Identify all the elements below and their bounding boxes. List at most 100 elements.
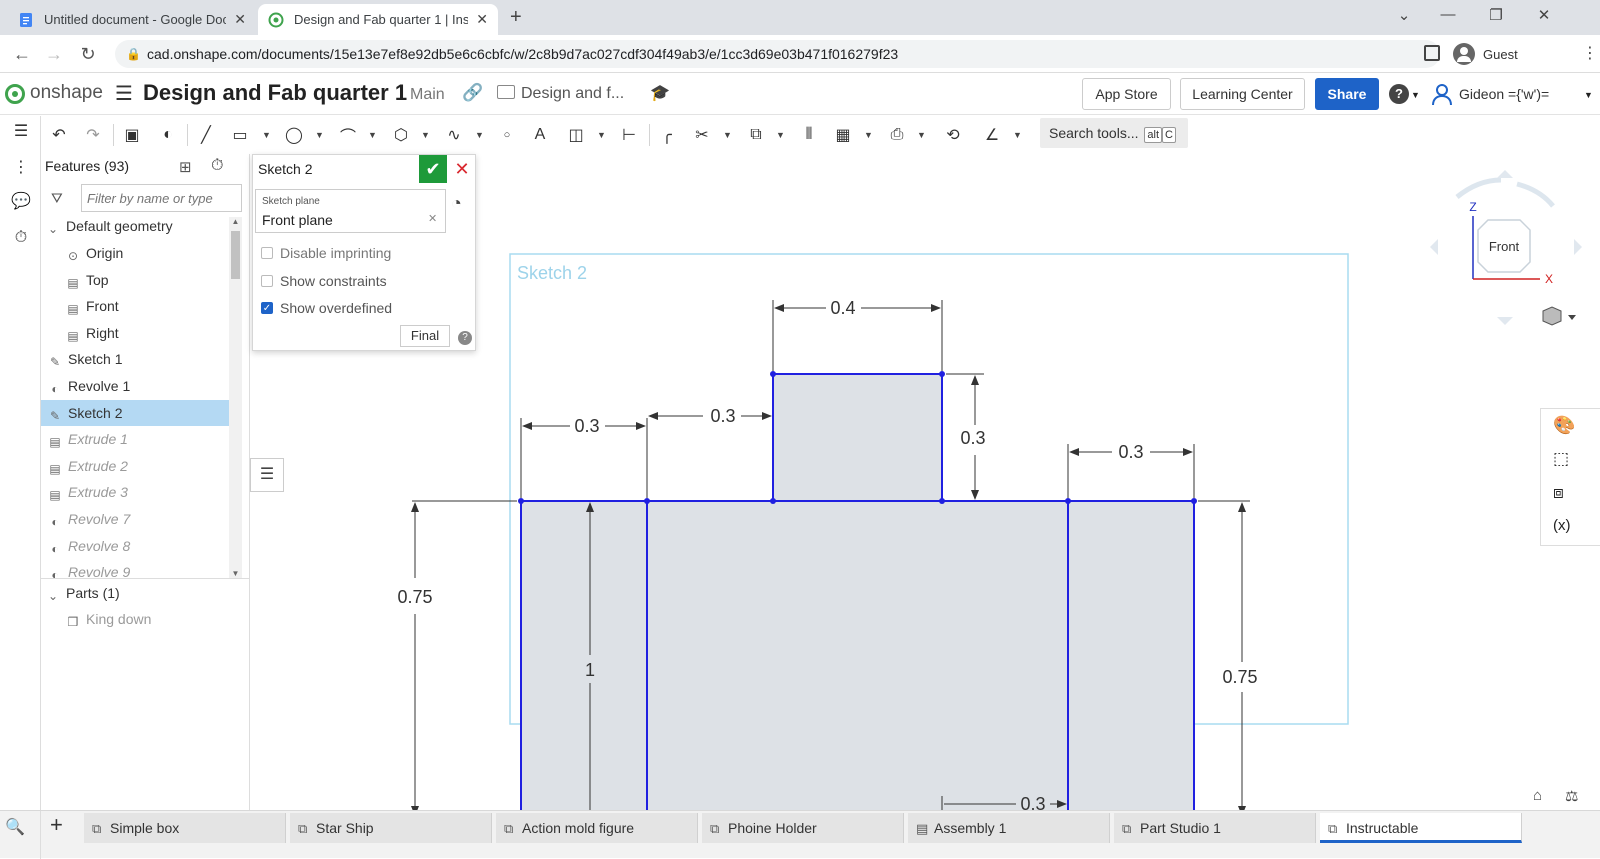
spline-tool-icon[interactable]: ∿ [443, 124, 465, 146]
expand-feature-panel-icon[interactable]: ☰ [250, 458, 284, 492]
forward-arrow-icon[interactable]: → [42, 42, 66, 66]
dimension-tool-icon[interactable]: ⊢ [618, 124, 640, 146]
chevron-down-icon[interactable]: ▼ [864, 130, 873, 140]
instance-list-icon[interactable]: ⋮ [9, 156, 33, 180]
tab-part-studio-1[interactable]: ⧉ Part Studio 1 [1114, 813, 1316, 843]
url-field[interactable]: 🔒 cad.onshape.com/documents/15e13e7ef8e9… [115, 40, 1440, 68]
chevron-down-icon[interactable]: ▼ [597, 130, 606, 140]
polygon-tool-icon[interactable]: ⬡ [390, 124, 412, 146]
back-arrow-icon[interactable]: ← [10, 42, 34, 66]
document-title[interactable]: Design and Fab quarter 1 [143, 80, 407, 106]
tab-star-ship[interactable]: ⧉ Star Ship [290, 813, 492, 843]
learning-center-button[interactable]: Learning Center [1180, 78, 1305, 110]
add-folder-icon[interactable]: ⊞ [179, 158, 192, 176]
feature-item[interactable]: ◐ Revolve 8 [41, 533, 229, 559]
extrude-tool-icon[interactable]: ◐ [157, 124, 179, 146]
tab-simple-box[interactable]: ⧉ Simple box [84, 813, 286, 843]
mirror-tool-icon[interactable]: ⫴ [798, 124, 820, 146]
feature-tree-scrollbar[interactable]: ▲ ▼ [229, 217, 242, 578]
tab-action-mold-figure[interactable]: ⧉ Action mold figure [496, 813, 698, 843]
search-tabs-icon[interactable]: 🔍 [5, 817, 25, 837]
chevron-down-icon[interactable]: ▼ [1013, 130, 1022, 140]
parts-group[interactable]: ⌄ Parts (1) [45, 580, 120, 606]
units-scale-icon[interactable]: ⚖ [1565, 787, 1578, 805]
parts-view-icon[interactable]: ⬚ [1553, 449, 1569, 469]
dxf-import-icon[interactable]: ⎙ [886, 124, 908, 146]
chevron-down-icon[interactable]: ▼ [262, 130, 271, 140]
feature-item[interactable]: ▤ Extrude 3 [41, 479, 229, 505]
education-cap-icon[interactable]: 🎓 [650, 83, 670, 103]
user-name[interactable]: Gideon ={'w')= [1459, 86, 1549, 102]
chevron-down-icon[interactable]: ▼ [475, 130, 484, 140]
default-geometry-group[interactable]: ⌄ Default geometry [45, 213, 231, 239]
rollback-timer-icon[interactable]: ⏱ [211, 157, 223, 175]
text-tool-icon[interactable]: A [529, 124, 551, 146]
user-chevron-down-icon[interactable]: ▼ [1584, 90, 1593, 100]
help-icon[interactable]: ? [1389, 84, 1409, 104]
comments-icon[interactable]: 💬 [9, 190, 33, 214]
point-tool-icon[interactable]: ○ [496, 124, 518, 146]
tab-search-chevron-icon[interactable]: ⌄ [1394, 6, 1414, 24]
chevron-down-icon[interactable]: ▼ [776, 130, 785, 140]
circle-tool-icon[interactable]: ◯ [283, 124, 305, 146]
search-tools-field[interactable]: Search tools... alt C [1040, 118, 1188, 148]
line-tool-icon[interactable]: ╱ [195, 124, 217, 146]
chevron-down-icon[interactable]: ▼ [723, 130, 732, 140]
link-icon[interactable]: 🔗 [462, 83, 483, 103]
feature-item[interactable]: ▤ Front [65, 293, 229, 319]
tab-phoine-holder[interactable]: ⧉ Phoine Holder [702, 813, 904, 843]
filter-funnel-icon[interactable]: ⛛ [51, 190, 63, 207]
chevron-down-icon[interactable]: ▼ [421, 130, 430, 140]
browser-tab-google-docs[interactable]: Untitled document - Google Docs ✕ [8, 4, 256, 35]
history-icon[interactable]: ⏱ [9, 226, 33, 250]
construction-icon[interactable]: ◫ [565, 124, 587, 146]
use-tool-icon[interactable]: ⟲ [942, 124, 964, 146]
feature-list-icon[interactable]: ☰ [9, 120, 33, 144]
user-avatar-icon[interactable] [1430, 82, 1454, 106]
workspace-branch[interactable]: Main [410, 86, 445, 104]
close-window-icon[interactable]: ✕ [1534, 6, 1554, 24]
feature-item[interactable]: ▤ Extrude 1 [41, 426, 229, 452]
hamburger-menu-icon[interactable]: ☰ [115, 81, 133, 106]
graphics-canvas[interactable]: Sketch 2 0.4 0.3 0.3 0.3 0.3 0.75 1 0.75… [250, 154, 1600, 810]
folder-name[interactable]: Design and f... [521, 85, 624, 103]
redo-icon[interactable]: ↷ [82, 124, 104, 146]
restore-icon[interactable]: ❐ [1486, 6, 1506, 24]
side-panel-icon[interactable] [1424, 45, 1440, 61]
appearance-icon[interactable]: 🎨 [1553, 415, 1575, 436]
offset-tool-icon[interactable]: ⧉ [745, 124, 767, 146]
scrollbar-thumb[interactable] [231, 231, 240, 279]
part-item[interactable]: ❒ King down [65, 606, 152, 632]
feature-item[interactable]: ◐ Revolve 1 [41, 373, 229, 399]
feature-item[interactable]: ▤ Top [65, 267, 229, 293]
undo-icon[interactable]: ↶ [48, 124, 70, 146]
trim-tool-icon[interactable]: ✂ [691, 124, 713, 146]
add-tab-button[interactable]: + [50, 812, 63, 838]
reload-icon[interactable]: ↻ [76, 42, 100, 66]
tab-assembly-1[interactable]: ▤ Assembly 1 [908, 813, 1110, 843]
tab-instructable[interactable]: ⧉ Instructable [1320, 813, 1522, 843]
sketch-icon[interactable]: ▣ [121, 124, 143, 146]
sketch-viewport[interactable]: Sketch 2 0.4 0.3 0.3 0.3 0.3 0.75 1 0.75… [250, 154, 1600, 810]
browser-tab-onshape[interactable]: Design and Fab quarter 1 | Instructables… [258, 4, 498, 35]
close-tab-icon[interactable]: ✕ [234, 11, 246, 28]
help-chevron-down-icon[interactable]: ▼ [1411, 90, 1420, 100]
arc-tool-icon[interactable]: ⌒ [337, 124, 359, 146]
chevron-down-icon[interactable]: ▼ [315, 130, 324, 140]
feature-item[interactable]: ✎ Sketch 2 [41, 399, 229, 426]
browser-menu-icon[interactable]: ⋮ [1582, 43, 1598, 63]
minimize-icon[interactable]: — [1438, 6, 1458, 23]
render-mode-icon[interactable]: ⌂ [1533, 787, 1542, 804]
view-cube[interactable]: Front Z X [1430, 170, 1582, 326]
profile-button[interactable]: Guest [1453, 41, 1518, 67]
feature-item[interactable]: ▤ Right [65, 320, 229, 346]
feature-item[interactable]: ✎ Sketch 1 [41, 346, 229, 372]
feature-item[interactable]: ▤ Extrude 2 [41, 453, 229, 479]
chevron-down-icon[interactable]: ▼ [917, 130, 926, 140]
rectangle-tool-icon[interactable]: ▭ [229, 124, 251, 146]
feature-item[interactable]: ⊙ Origin [65, 240, 229, 266]
chevron-down-icon[interactable]: ▼ [368, 130, 377, 140]
variables-icon[interactable]: (x) [1553, 517, 1571, 534]
fillet-tool-icon[interactable]: ╭ [656, 124, 678, 146]
close-tab-icon[interactable]: ✕ [476, 11, 488, 28]
